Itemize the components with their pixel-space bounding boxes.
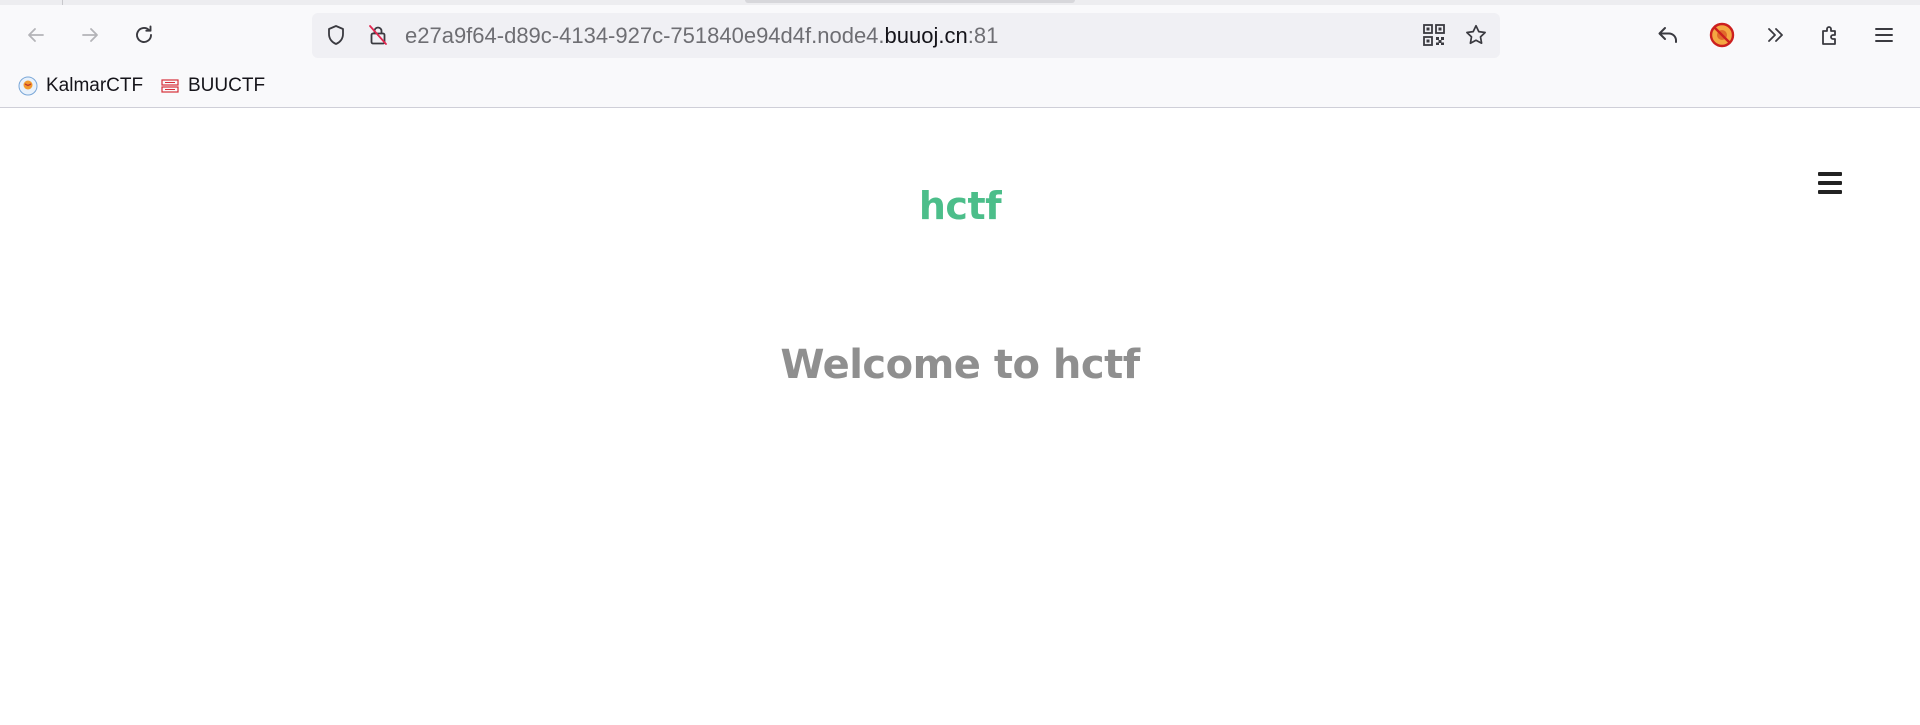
undo-icon [1656,23,1680,47]
bookmark-kalmarctf[interactable]: KalmarCTF [12,72,149,100]
site-info-button[interactable] [360,17,396,53]
tab-shadow [745,0,1075,3]
bookmark-page-button[interactable] [1458,17,1494,53]
back-button[interactable] [18,17,54,53]
shield-icon [324,23,348,47]
bookmark-star-icon [1464,23,1488,47]
navigation-toolbar: e27a9f64-d89c-4134-927c-751840e94d4f.nod… [0,5,1920,66]
page-content: hctf Welcome to hctf [0,108,1920,725]
overflow-chevron-icon [1764,23,1788,47]
browser-window: e27a9f64-d89c-4134-927c-751840e94d4f.nod… [0,0,1920,725]
forward-icon [79,24,101,46]
url-bar[interactable]: e27a9f64-d89c-4134-927c-751840e94d4f.nod… [312,13,1500,58]
overflow-button[interactable] [1758,17,1794,53]
url-prefix: e27a9f64-d89c-4134-927c-751840e94d4f.nod… [405,23,885,48]
kalmarctf-favicon [18,76,38,96]
bookmarks-toolbar: KalmarCTF BUUCTF [0,66,1920,108]
qr-code-button[interactable] [1416,17,1452,53]
welcome-heading: Welcome to hctf [780,342,1140,388]
bookmark-buuctf[interactable]: BUUCTF [154,72,271,100]
qr-code-icon [1422,23,1446,47]
blocked-addon-button[interactable] [1704,17,1740,53]
url-port: :81 [967,23,999,48]
tracking-protection-button[interactable] [318,17,354,53]
app-menu-button[interactable] [1866,17,1902,53]
forward-button[interactable] [72,17,108,53]
menu-bar [1818,190,1842,194]
menu-bar [1818,172,1842,176]
reload-icon [132,23,156,47]
url-host: buuoj.cn [884,23,968,48]
extensions-icon [1818,23,1842,47]
bookmark-label: BUUCTF [188,75,266,96]
back-icon [25,24,47,46]
insecure-lock-icon [366,23,390,47]
menu-bar [1818,181,1842,185]
undo-button[interactable] [1650,17,1686,53]
reload-button[interactable] [126,17,162,53]
buuctf-favicon [160,76,180,96]
bookmark-label: KalmarCTF [46,75,144,96]
url-text[interactable]: e27a9f64-d89c-4134-927c-751840e94d4f.nod… [405,13,998,58]
app-menu-icon [1872,23,1896,47]
blocked-addon-icon [1709,22,1735,48]
site-title[interactable]: hctf [0,184,1920,228]
extensions-button[interactable] [1812,17,1848,53]
hamburger-menu-icon[interactable] [1818,168,1848,198]
